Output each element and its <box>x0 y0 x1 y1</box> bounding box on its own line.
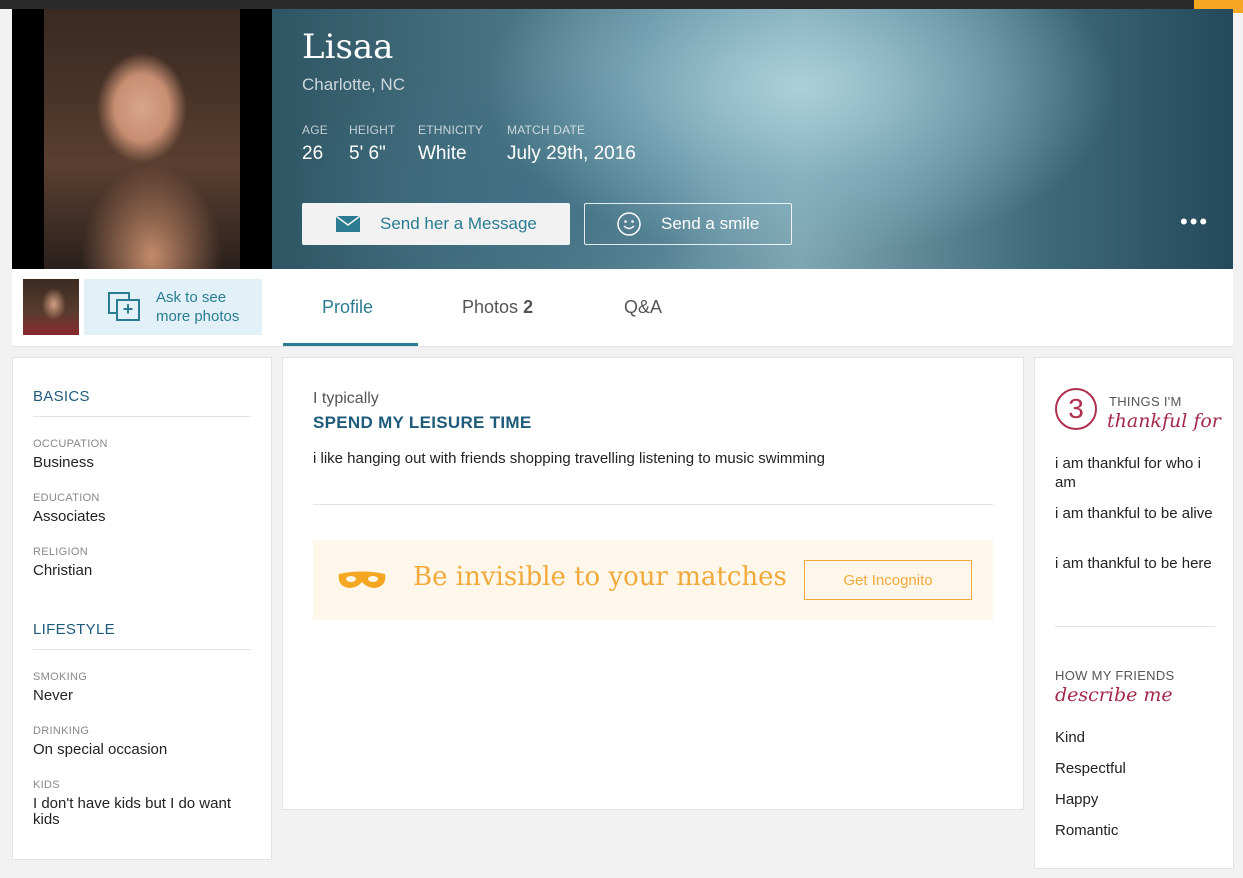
field-value: I don't have kids but I do want kids <box>33 795 231 828</box>
basics-title: BASICS <box>33 388 90 405</box>
stat-value: White <box>418 143 467 164</box>
lifestyle-title: LIFESTYLE <box>33 621 115 638</box>
friend-trait: Kind <box>1055 729 1086 746</box>
stat-age: AGE 26 <box>302 123 328 165</box>
thankful-panel: 3 THINGS I'M thankful for i am thankful … <box>1034 357 1234 869</box>
profile-photo[interactable] <box>44 9 240 269</box>
send-smile-label: Send a smile <box>661 214 760 233</box>
essay-intro: I typically <box>313 390 379 407</box>
smiley-icon <box>617 212 641 236</box>
thankful-item: i am thankful to be here <box>1055 555 1212 572</box>
friends-small-title: HOW MY FRIENDS <box>1055 668 1175 683</box>
stat-height: HEIGHT 5' 6" <box>349 123 396 165</box>
field-value: Christian <box>33 562 93 579</box>
field-label: EDUCATION <box>33 492 100 504</box>
stat-label: AGE <box>302 123 328 137</box>
stat-value: July 29th, 2016 <box>507 143 636 164</box>
profile-tab-bar: + Ask to see more photos Profile Photos … <box>12 269 1233 347</box>
get-incognito-button[interactable]: Get Incognito <box>804 560 972 600</box>
friend-trait: Happy <box>1055 791 1099 808</box>
thankful-item: i am thankful for who i am <box>1055 455 1201 491</box>
incognito-banner: Be invisible to your matches Get Incogni… <box>313 540 993 620</box>
basics-panel: BASICS OCCUPATION Business EDUCATION Ass… <box>12 357 272 860</box>
field-value: Associates <box>33 508 106 525</box>
stat-value: 5' 6" <box>349 143 386 164</box>
divider <box>33 416 251 417</box>
profile-location: Charlotte, NC <box>302 75 405 94</box>
profile-name: Lisaa <box>302 27 394 67</box>
thankful-number: 3 <box>1055 388 1097 430</box>
essay-text: i like hanging out with friends shopping… <box>313 450 825 467</box>
divider <box>313 504 993 505</box>
divider <box>33 649 251 650</box>
essay-panel: I typically SPEND MY LEISURE TIME i like… <box>282 357 1024 810</box>
field-label: SMOKING <box>33 671 88 683</box>
field-value: Business <box>33 454 94 471</box>
stat-label: ETHNICITY <box>418 123 484 137</box>
thankful-script-title: thankful for <box>1107 410 1221 432</box>
field-label: KIDS <box>33 779 60 791</box>
incognito-text: Be invisible to your matches <box>413 562 787 592</box>
tab-photos[interactable]: Photos 2 <box>462 297 533 318</box>
profile-hero: Lisaa Charlotte, NC AGE 26 HEIGHT 5' 6" … <box>12 9 1233 269</box>
friend-trait: Romantic <box>1055 822 1119 839</box>
field-label: DRINKING <box>33 725 90 737</box>
top-bar <box>0 0 1243 13</box>
tab-photos-count: 2 <box>523 297 534 317</box>
more-options-icon[interactable]: ••• <box>1180 209 1209 235</box>
envelope-icon <box>336 216 360 232</box>
tab-qa[interactable]: Q&A <box>624 297 662 318</box>
essay-heading: SPEND MY LEISURE TIME <box>313 413 532 432</box>
divider <box>1055 626 1215 627</box>
thankful-item: i am thankful to be alive <box>1055 505 1213 522</box>
photo-thumbnail[interactable] <box>23 279 79 335</box>
add-photo-icon: + <box>108 292 142 322</box>
stat-match-date: MATCH DATE July 29th, 2016 <box>507 123 636 165</box>
field-value: On special occasion <box>33 741 168 758</box>
send-message-label: Send her a Message <box>380 214 537 233</box>
thankful-small-title: THINGS I'M <box>1109 394 1182 409</box>
main-photo-frame[interactable] <box>12 9 272 269</box>
friends-script-title: describe me <box>1055 684 1173 706</box>
ask-more-photos-button[interactable]: + Ask to see more photos <box>84 279 262 335</box>
friend-trait: Respectful <box>1055 760 1126 777</box>
field-label: OCCUPATION <box>33 438 108 450</box>
ask-more-photos-label: Ask to see more photos <box>156 289 240 325</box>
send-message-button[interactable]: Send her a Message <box>302 203 570 245</box>
tab-photos-label: Photos <box>462 297 519 317</box>
tab-profile[interactable]: Profile <box>322 297 373 318</box>
stat-value: 26 <box>302 143 324 164</box>
field-label: RELIGION <box>33 546 88 558</box>
mask-icon <box>338 571 386 588</box>
stat-ethnicity: ETHNICITY White <box>418 123 483 165</box>
stat-label: HEIGHT <box>349 123 396 137</box>
stat-label: MATCH DATE <box>507 123 586 137</box>
field-value: Never <box>33 687 74 704</box>
send-smile-button[interactable]: Send a smile <box>584 203 792 245</box>
active-tab-indicator <box>283 343 418 346</box>
